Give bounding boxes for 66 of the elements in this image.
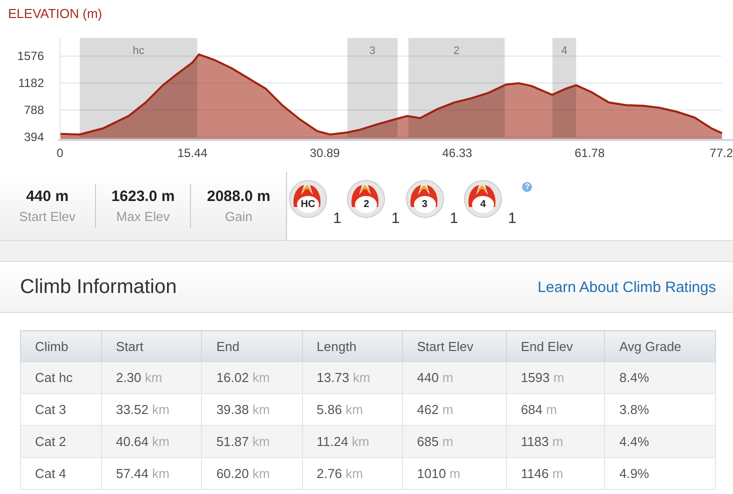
table-cell: 51.87 km: [202, 426, 302, 458]
table-cell: 2.30 km: [101, 362, 202, 394]
stat-value: 2088.0 m: [206, 188, 270, 205]
table-cell: 684 m: [506, 394, 605, 426]
stat-value: 440 m: [26, 188, 69, 205]
section-title: Climb Information: [20, 276, 177, 298]
y-tick-label: 1576: [17, 49, 44, 64]
table-cell: Cat 3: [20, 394, 102, 426]
table-cell: Cat hc: [20, 362, 102, 394]
table-cell: 60.20 km: [202, 458, 302, 490]
climb-ratings-link[interactable]: Learn About Climb Ratings: [538, 278, 716, 296]
category-badge: 2: [347, 180, 386, 218]
table-cell: 1010 m: [402, 458, 506, 490]
table-cell: Cat 2: [20, 426, 102, 458]
x-tick-label: 30.89: [310, 146, 340, 160]
x-tick-label: 46.33: [442, 146, 472, 160]
stat-value: 1623.0 m: [111, 188, 175, 205]
table-cell: Cat 4: [20, 458, 102, 490]
table-cell: 57.44 km: [101, 458, 202, 490]
table-cell: 1146 m: [506, 458, 605, 490]
table-cell: 5.86 km: [302, 394, 402, 426]
table-cell: 3.8%: [604, 394, 716, 426]
x-tick-label: 0: [56, 146, 64, 160]
chart-title: ELEVATION (m): [8, 6, 102, 21]
column-header: Start Elev: [402, 330, 506, 362]
table-cell: 40.64 km: [101, 426, 202, 458]
climb-count: 1: [333, 212, 342, 226]
table-cell: 1593 m: [506, 362, 605, 394]
band-label: 3: [369, 45, 376, 57]
band-label: 4: [561, 45, 568, 57]
y-tick-label: 788: [24, 103, 44, 118]
table-cell: 33.52 km: [101, 394, 202, 426]
column-header: End: [202, 330, 302, 362]
table-cell: 16.02 km: [202, 362, 302, 394]
category-badge: 4: [464, 180, 502, 218]
table-cell: 8.4%: [604, 362, 716, 394]
band-label: hc: [132, 45, 144, 57]
table-cell: 39.38 km: [202, 394, 302, 426]
table-cell: 11.24 km: [302, 426, 402, 458]
column-header: Start: [101, 330, 202, 362]
column-header: End Elev: [506, 330, 605, 362]
table-cell: 4.9%: [604, 458, 716, 490]
climb-count: 1: [450, 212, 458, 226]
table-cell: 2.76 km: [302, 458, 402, 490]
stat-label: Max Elev: [116, 209, 170, 224]
x-tick-label: 61.78: [574, 146, 605, 160]
column-header: Length: [302, 330, 402, 362]
column-header: Climb: [20, 330, 102, 362]
column-header: Avg Grade: [604, 330, 716, 362]
table-cell: 4.4%: [604, 426, 716, 458]
x-tick-label: 15.44: [177, 146, 208, 160]
band-label: 2: [453, 45, 460, 57]
category-badge: HC: [289, 180, 327, 218]
climb-count: 1: [391, 212, 400, 226]
table-cell: 1183 m: [506, 426, 605, 458]
y-tick-label: 394: [24, 130, 44, 144]
climb-count: 1: [508, 212, 516, 226]
table-cell: 440 m: [402, 362, 506, 394]
table-cell: 685 m: [402, 426, 506, 458]
stat-label: Gain: [224, 209, 252, 224]
table-cell: 462 m: [402, 394, 506, 426]
category-badge: 3: [406, 180, 444, 218]
x-tick-label: 77.2: [710, 146, 733, 160]
y-tick-label: 1182: [18, 76, 44, 90]
table-cell: 13.73 km: [302, 362, 402, 394]
stat-label: Start Elev: [19, 209, 76, 224]
